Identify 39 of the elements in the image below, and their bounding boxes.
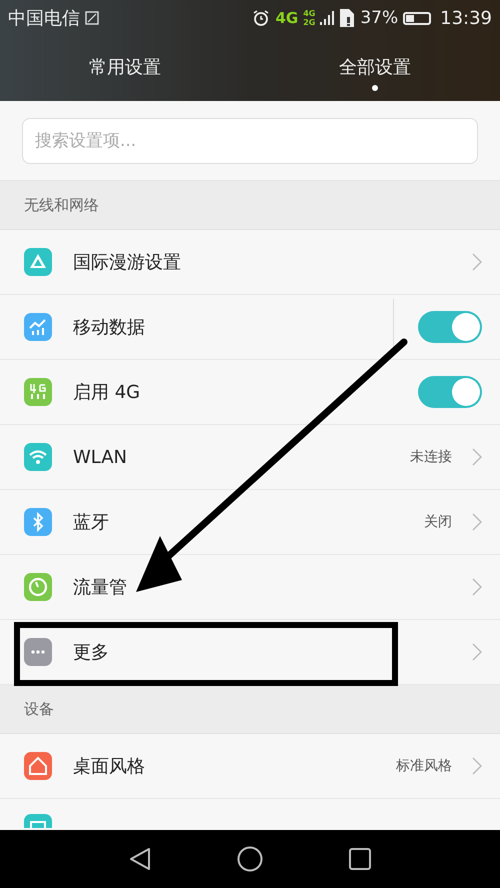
section-header: 无线和网络	[0, 181, 500, 230]
setting-value: 关闭	[424, 513, 452, 531]
chevron-icon	[472, 513, 482, 531]
setting-label: 流量管	[73, 576, 127, 599]
setting-label: 更多	[73, 641, 109, 664]
network-type: 4G	[303, 9, 316, 18]
battery-percent: 37%	[360, 8, 398, 28]
chevron-icon	[472, 253, 482, 271]
setting-label: 启用 4G	[73, 381, 140, 404]
image-icon	[85, 11, 99, 25]
search-field[interactable]: 搜索设置项...	[22, 118, 478, 164]
setting-label: 国际漫游设置	[73, 251, 181, 274]
network-type: 2G	[303, 18, 316, 27]
setting-label: 移动数据	[73, 316, 145, 339]
setting-value: 标准风格	[396, 757, 452, 775]
chevron-icon	[472, 643, 482, 661]
toggle-switch[interactable]	[418, 376, 482, 408]
sim-card-icon	[339, 8, 356, 28]
home-circle-icon[interactable]	[237, 846, 263, 872]
setting-value: 未连接	[410, 448, 452, 466]
back-icon[interactable]	[129, 847, 151, 871]
chevron-icon	[472, 448, 482, 466]
setting-label: 蓝牙	[73, 511, 109, 534]
setting-label: WLAN	[73, 446, 128, 468]
settings-row[interactable]: 更多	[0, 620, 500, 685]
chevron-icon	[472, 578, 482, 596]
tab[interactable]: 全部设置	[250, 36, 500, 101]
section-header: 设备	[0, 685, 500, 734]
clock: 13:39	[440, 8, 492, 28]
chevron-icon	[472, 757, 482, 775]
setting-label: 桌面风格	[73, 755, 145, 778]
recent-apps-icon[interactable]	[349, 848, 371, 870]
tab[interactable]: 常用设置	[0, 36, 250, 101]
battery-icon	[403, 12, 432, 24]
toggle-switch[interactable]	[418, 311, 482, 343]
alarm-icon	[252, 9, 270, 27]
signal-icon	[320, 10, 334, 26]
network-type: 4G	[275, 9, 298, 27]
carrier-name: 中国电信	[8, 7, 80, 30]
